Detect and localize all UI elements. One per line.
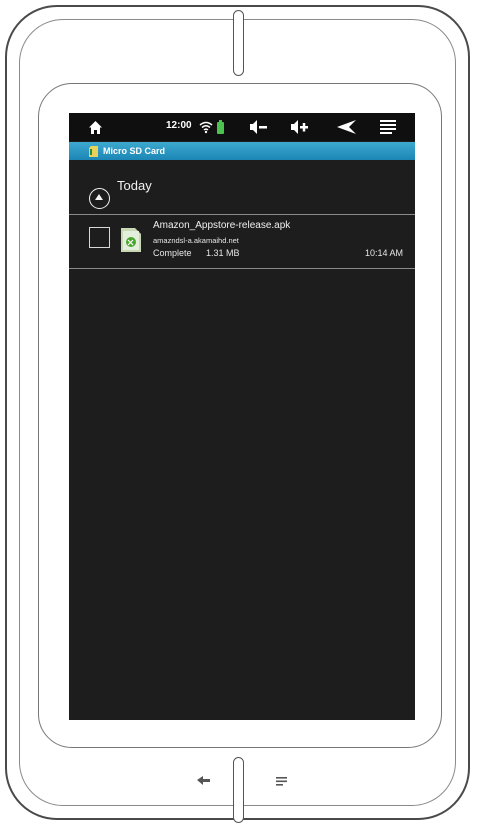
home-icon[interactable] — [88, 117, 103, 137]
menu-icon[interactable] — [380, 117, 396, 137]
collapse-arrow-icon — [95, 194, 103, 200]
file-host: amazndsl-a.akamaihd.net — [153, 236, 239, 245]
page-title: Micro SD Card — [103, 146, 166, 156]
screen: 12:00 Micro SD Card Today Amazon_Appstor… — [69, 113, 415, 720]
divider — [69, 214, 415, 215]
hardware-menu-icon[interactable] — [276, 777, 287, 786]
hardware-back-icon[interactable] — [197, 776, 211, 786]
group-label: Today — [117, 178, 152, 193]
wifi-icon — [199, 117, 213, 137]
bottom-slot — [233, 757, 244, 823]
top-slot — [233, 10, 244, 76]
back-icon[interactable] — [337, 117, 357, 137]
group-header-today[interactable]: Today — [69, 171, 415, 211]
volume-down-icon[interactable] — [250, 117, 268, 137]
battery-icon — [217, 117, 224, 137]
divider — [69, 268, 415, 269]
clock: 12:00 — [166, 120, 192, 131]
apk-file-icon — [121, 228, 141, 252]
volume-up-icon[interactable] — [291, 117, 309, 137]
sd-card-icon — [89, 145, 98, 157]
status-bar: 12:00 — [69, 113, 415, 141]
file-time: 10:14 AM — [364, 248, 403, 258]
file-size: 1.31 MB — [206, 248, 240, 258]
collapse-button[interactable] — [89, 188, 110, 209]
file-status: Complete — [153, 248, 192, 258]
item-checkbox[interactable] — [89, 227, 110, 248]
download-item[interactable]: Amazon_Appstore-release.apk amazndsl-a.a… — [69, 216, 415, 268]
title-bar: Micro SD Card — [69, 142, 415, 160]
file-name: Amazon_Appstore-release.apk — [153, 220, 291, 231]
